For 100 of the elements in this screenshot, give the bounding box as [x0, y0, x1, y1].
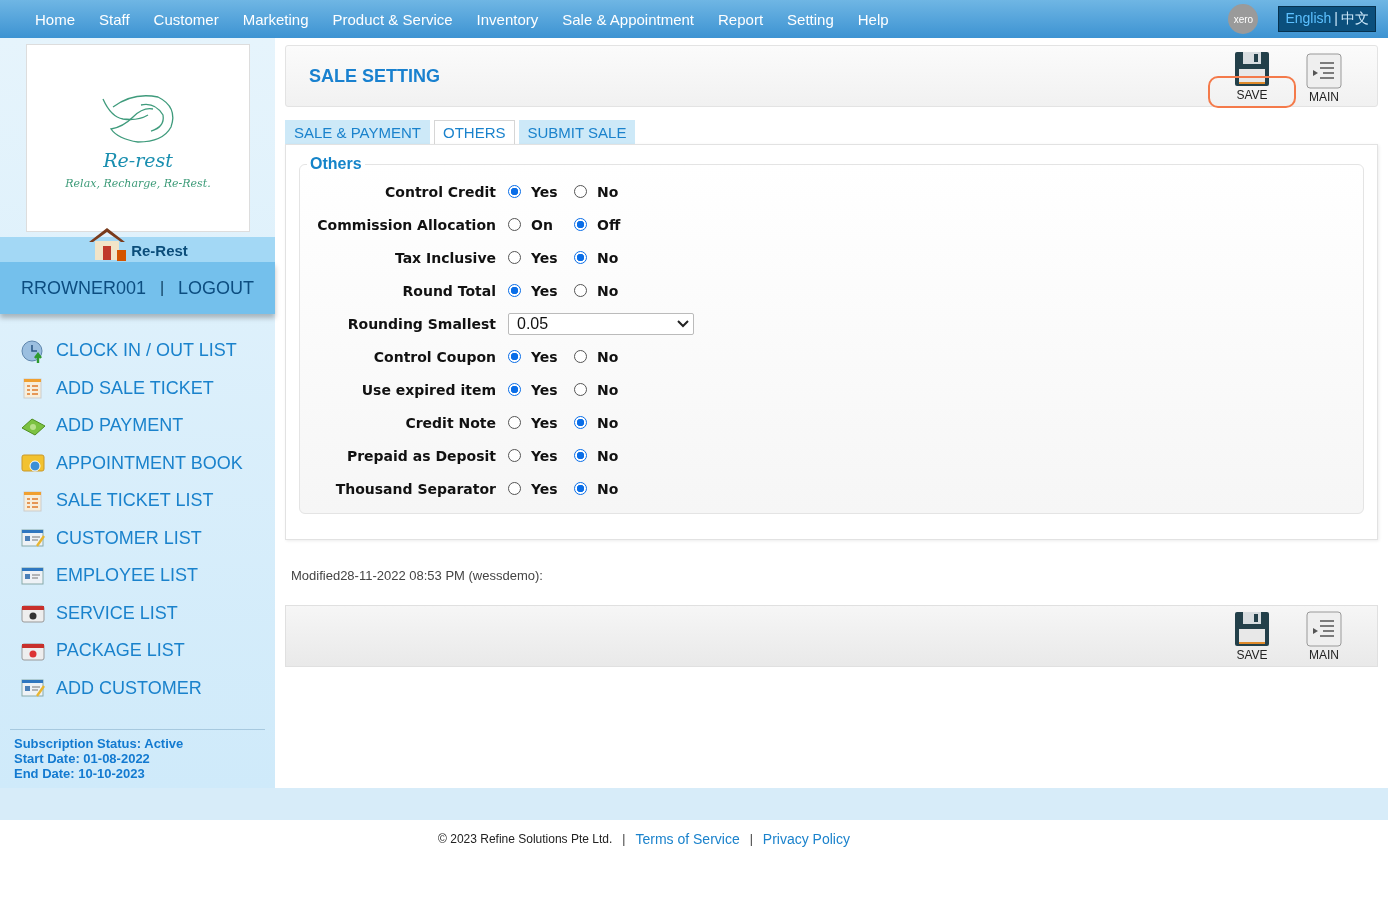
- radio-button[interactable]: [508, 350, 521, 363]
- copyright-text: © 2023 Refine Solutions Pte Ltd.: [438, 832, 613, 846]
- separator-text: |: [749, 832, 753, 846]
- radio-label: On: [531, 216, 554, 233]
- radio-button[interactable]: [508, 482, 521, 495]
- language-option[interactable]: 中文: [1341, 10, 1369, 26]
- subscription-info: Subscription Status: Active: [14, 736, 185, 751]
- logo-name: Re-rest: [103, 148, 173, 171]
- radio-label: Yes: [531, 447, 559, 464]
- separator-text: |: [159, 279, 165, 297]
- setting-label: Control Coupon: [372, 348, 497, 365]
- chevron-down-icon: [677, 319, 689, 328]
- radio-label: Off: [597, 216, 622, 233]
- radio-button[interactable]: [574, 251, 587, 264]
- list-icon: [1306, 610, 1342, 647]
- radio-button[interactable]: [508, 449, 521, 462]
- main-button[interactable]: MAIN: [1295, 608, 1353, 664]
- separator-text: |: [622, 832, 626, 846]
- privacy-link[interactable]: Privacy Policy: [762, 831, 850, 847]
- tab[interactable]: SALE & PAYMENT: [285, 120, 430, 144]
- setting-label: Credit Note: [404, 414, 497, 431]
- subscription-info: Start Date: 01-08-2022: [14, 751, 151, 766]
- radio-label: No: [597, 414, 620, 431]
- radio-button[interactable]: [508, 416, 521, 429]
- setting-label: Control Credit: [384, 183, 497, 200]
- language-option[interactable]: English: [1285, 10, 1332, 26]
- radio-label: No: [597, 381, 620, 398]
- sidebar-menu-item[interactable]: CLOCK IN / OUT LIST: [56, 340, 237, 362]
- radio-button[interactable]: [574, 482, 587, 495]
- radio-button[interactable]: [574, 416, 587, 429]
- radio-label: No: [597, 183, 620, 200]
- sidebar-menu-item[interactable]: ADD PAYMENT: [56, 415, 184, 437]
- shop-name: Re-Rest: [131, 242, 188, 261]
- radio-label: Yes: [531, 480, 559, 497]
- radio-button[interactable]: [574, 185, 587, 198]
- nav-link[interactable]: Report: [706, 10, 776, 28]
- setting-label: Tax Inclusive: [393, 249, 497, 266]
- radio-label: Yes: [531, 348, 559, 365]
- subscription-info: End Date: 10-10-2023: [14, 766, 146, 781]
- radio-button[interactable]: [508, 251, 521, 264]
- sidebar-menu-item[interactable]: ADD SALE TICKET: [56, 377, 214, 399]
- nav-link[interactable]: Inventory: [464, 10, 551, 28]
- sidebar-menu-item[interactable]: EMPLOYEE LIST: [56, 565, 199, 587]
- logo-tagline: Relax, Recharge, Re-Rest.: [65, 176, 211, 190]
- username-link[interactable]: RROWNER001: [20, 277, 146, 299]
- main-button[interactable]: MAIN: [1295, 51, 1353, 106]
- list-icon: [1306, 53, 1342, 89]
- radio-label: Yes: [531, 282, 559, 299]
- sidebar-menu-item[interactable]: PACKAGE LIST: [56, 640, 185, 662]
- xero-button[interactable]: xero: [1228, 4, 1259, 34]
- setting-label: Prepaid as Deposit: [345, 447, 497, 464]
- sidebar-menu-item[interactable]: SERVICE LIST: [56, 602, 178, 624]
- radio-label: No: [597, 282, 620, 299]
- house-icon: [87, 226, 128, 262]
- setting-label: Use expired item: [360, 381, 497, 398]
- terms-link[interactable]: Terms of Service: [635, 831, 740, 847]
- radio-button[interactable]: [508, 185, 521, 198]
- modified-info: Modified28-11-2022 08:53 PM (wessdemo):: [290, 568, 544, 583]
- radio-label: Yes: [531, 183, 559, 200]
- nav-link[interactable]: Sale & Appointment: [550, 10, 707, 28]
- radio-button[interactable]: [574, 218, 587, 231]
- tab[interactable]: OTHERS: [434, 120, 515, 144]
- separator-text: |: [1334, 10, 1338, 26]
- sidebar-menu-item[interactable]: ADD CUSTOMER: [56, 677, 202, 699]
- section-title: Others: [309, 155, 363, 173]
- nav-link[interactable]: Product & Service: [320, 10, 465, 28]
- save-button[interactable]: SAVE: [1223, 49, 1281, 104]
- radio-button[interactable]: [508, 383, 521, 396]
- radio-button[interactable]: [574, 350, 587, 363]
- save-button[interactable]: SAVE: [1223, 608, 1281, 664]
- radio-button[interactable]: [574, 383, 587, 396]
- logout-link[interactable]: LOGOUT: [178, 277, 255, 299]
- nav-link[interactable]: Customer: [141, 10, 231, 28]
- sidebar-menu-item[interactable]: SALE TICKET LIST: [56, 490, 214, 512]
- rounding-dropdown[interactable]: 0.05: [508, 312, 694, 335]
- radio-label: No: [597, 249, 620, 266]
- nav-link[interactable]: Home: [23, 10, 87, 28]
- nav-link[interactable]: Help: [845, 10, 901, 28]
- nav-link[interactable]: Setting: [775, 10, 846, 28]
- radio-label: Yes: [531, 414, 559, 431]
- page-title: SALE SETTING: [309, 65, 440, 87]
- tab[interactable]: SUBMIT SALE: [518, 120, 636, 144]
- setting-label: Rounding Smallest: [346, 315, 497, 332]
- setting-label: Thousand Separator: [334, 480, 497, 497]
- sidebar-menu-item[interactable]: APPOINTMENT BOOK: [56, 452, 243, 474]
- radio-label: No: [597, 447, 620, 464]
- radio-label: Yes: [531, 249, 559, 266]
- setting-label: Commission Allocation: [316, 216, 497, 233]
- nav-link[interactable]: Marketing: [230, 10, 321, 28]
- setting-label: Round Total: [401, 282, 497, 299]
- radio-label: No: [597, 348, 620, 365]
- radio-button[interactable]: [574, 284, 587, 297]
- radio-button[interactable]: [508, 284, 521, 297]
- radio-button[interactable]: [574, 449, 587, 462]
- clock-icon[interactable]: [20, 338, 46, 363]
- nav-link[interactable]: Staff: [87, 10, 142, 28]
- radio-label: No: [597, 480, 620, 497]
- radio-label: Yes: [531, 381, 559, 398]
- radio-button[interactable]: [508, 218, 521, 231]
- sidebar-menu-item[interactable]: CUSTOMER LIST: [56, 527, 202, 549]
